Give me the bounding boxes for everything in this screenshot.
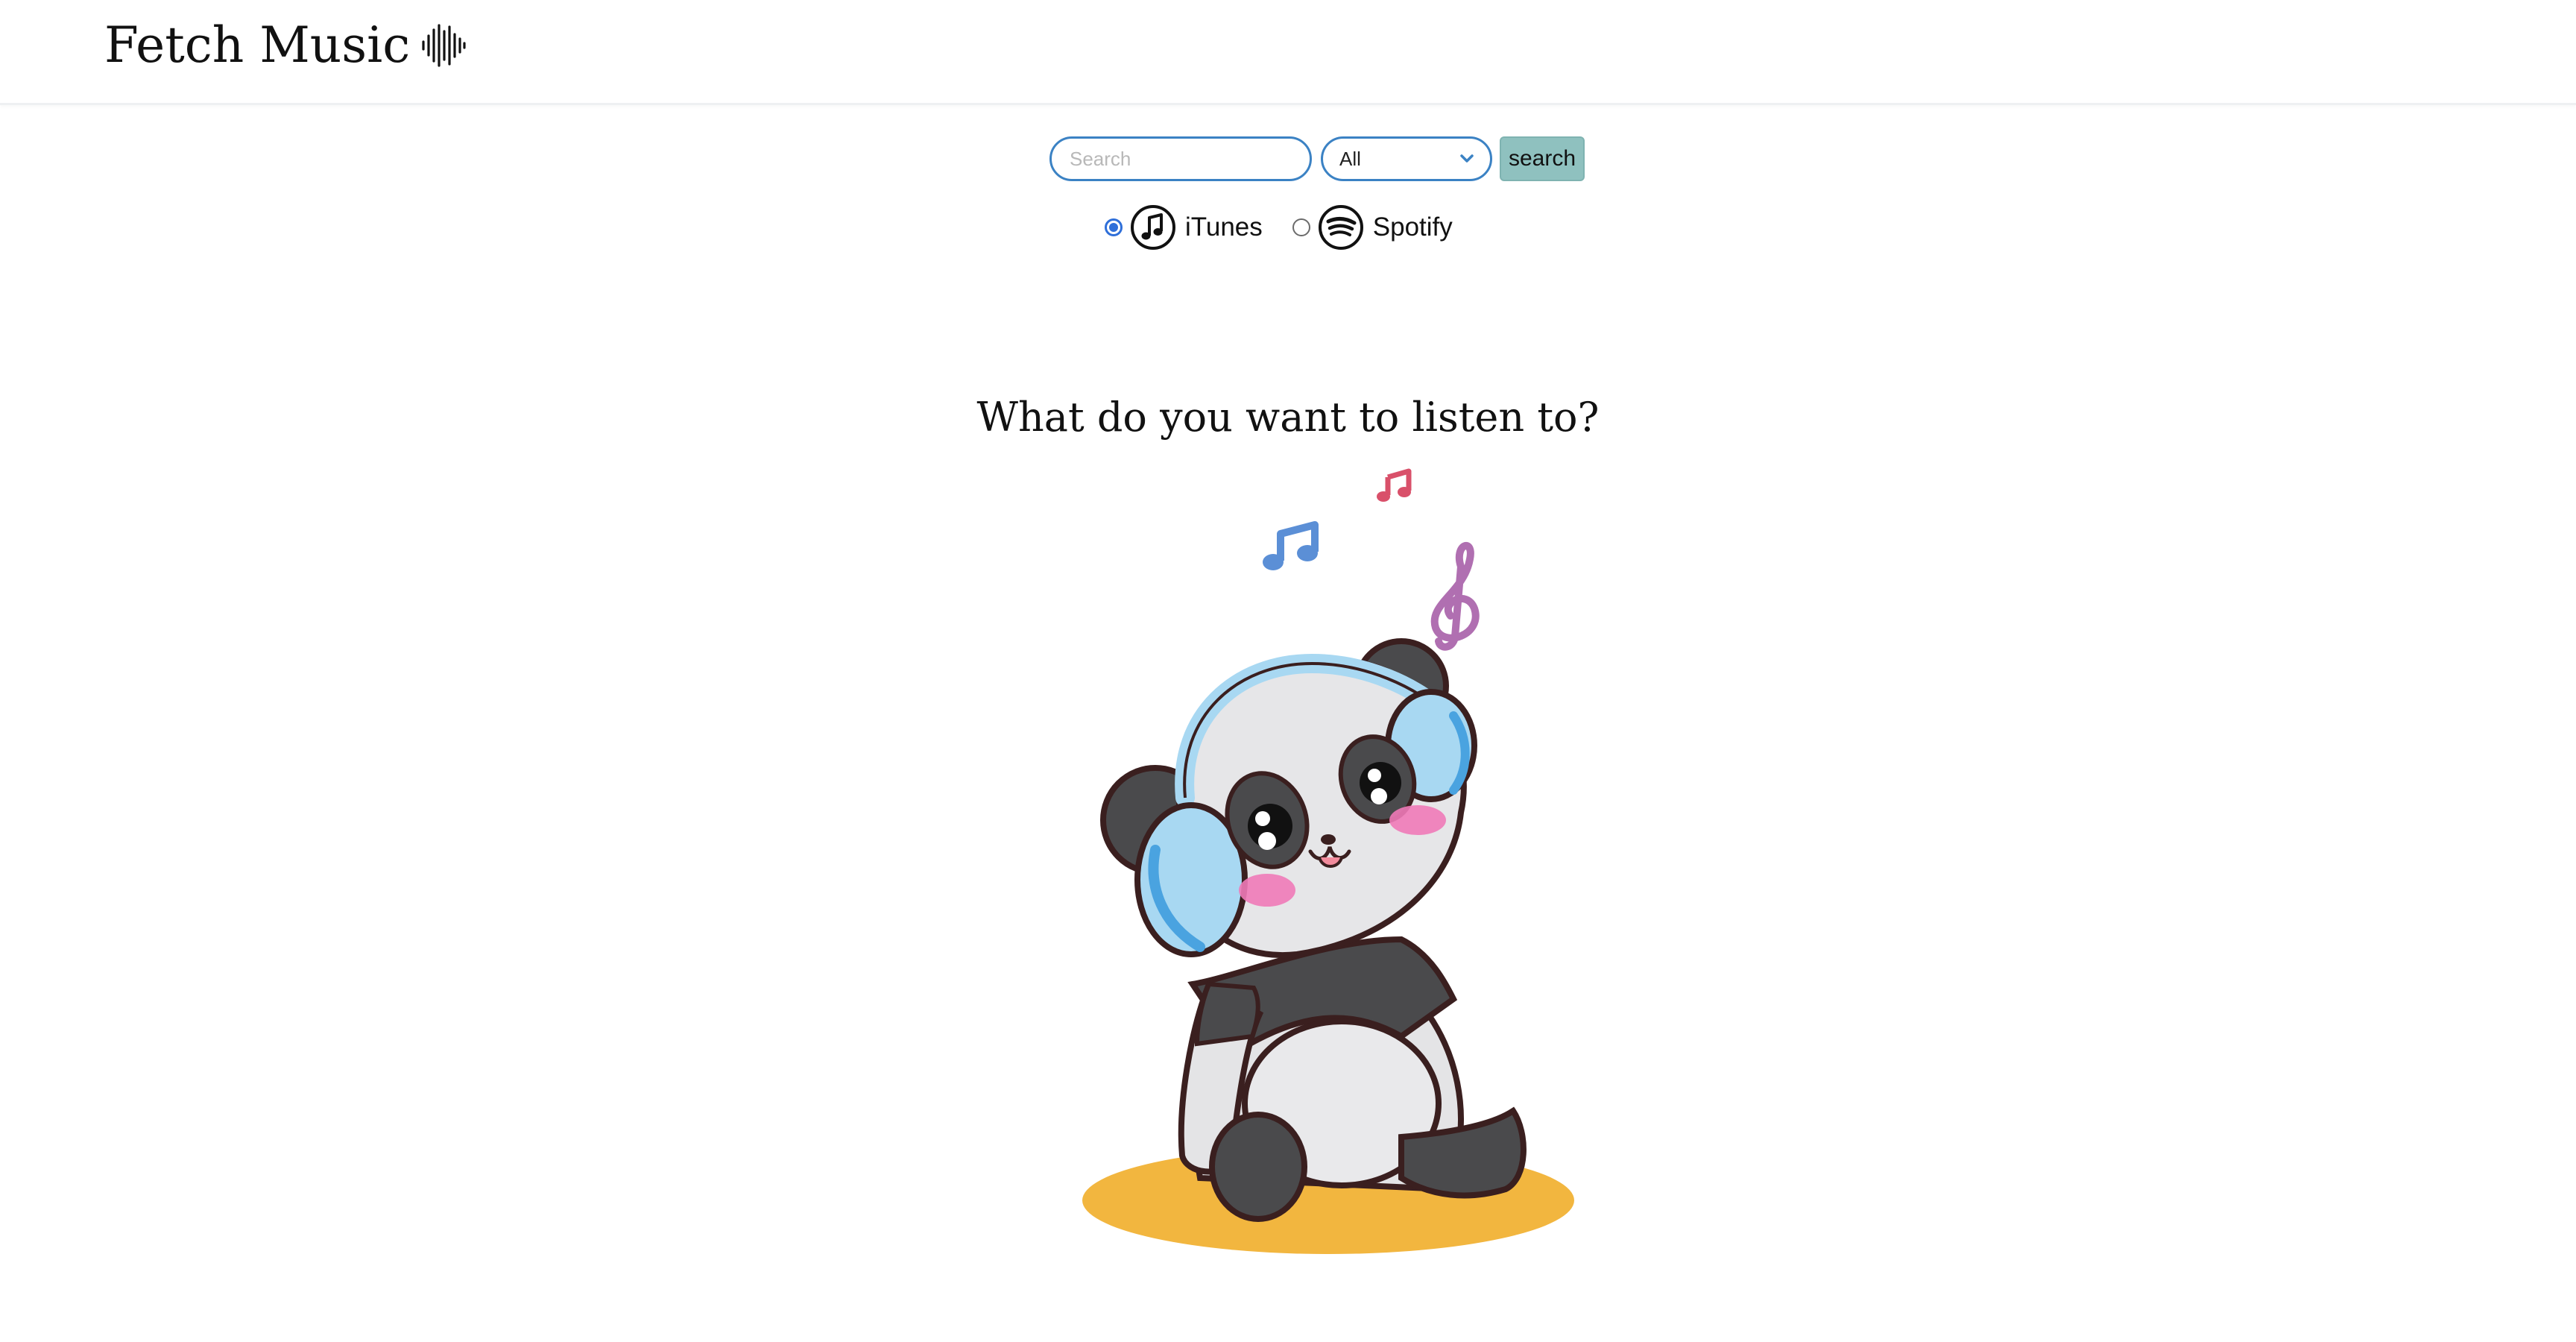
- brand-title: Fetch Music: [104, 16, 411, 74]
- panda-headphones-illustration: [1082, 468, 1574, 1254]
- sound-wave-icon: [422, 23, 466, 67]
- spotify-label[interactable]: Spotify: [1373, 212, 1453, 242]
- red-music-note-icon: [1377, 468, 1412, 502]
- search-controls: All search: [1049, 136, 1585, 181]
- spotify-icon: [1318, 205, 1363, 250]
- search-input[interactable]: [1049, 136, 1312, 181]
- treble-clef-icon: [1430, 541, 1480, 651]
- brand[interactable]: Fetch Music: [104, 16, 467, 74]
- app-header: Fetch Music: [0, 0, 2576, 105]
- filter-select[interactable]: All: [1321, 136, 1492, 181]
- itunes-label[interactable]: iTunes: [1185, 212, 1263, 242]
- music-note-icon: [1131, 205, 1175, 250]
- chevron-down-icon: [1460, 154, 1474, 163]
- itunes-radio[interactable]: [1105, 218, 1123, 236]
- spotify-radio[interactable]: [1292, 218, 1310, 236]
- blue-music-note-icon: [1263, 521, 1319, 570]
- page-prompt: What do you want to listen to?: [976, 394, 1600, 441]
- filter-select-value: All: [1339, 147, 1361, 170]
- source-radio-group: iTunes Spotify: [1105, 204, 1453, 251]
- search-button[interactable]: search: [1500, 136, 1585, 181]
